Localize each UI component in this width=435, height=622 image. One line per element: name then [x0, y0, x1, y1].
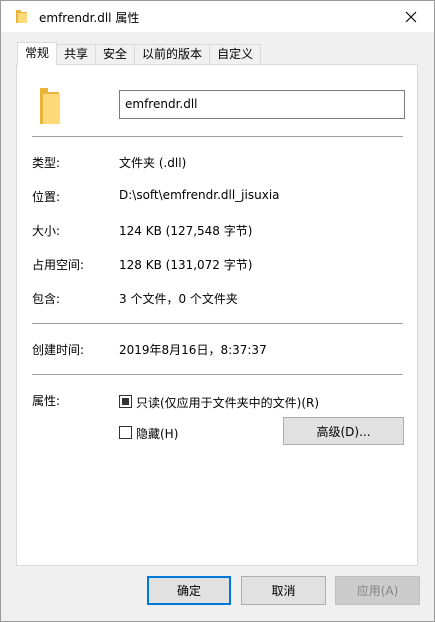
apply-button[interactable]: 应用(A) — [335, 576, 420, 605]
readonly-label[interactable]: 只读(仅应用于文件夹中的文件)(R) — [136, 394, 319, 411]
cancel-button[interactable]: 取消 — [241, 576, 326, 605]
size-on-disk-label: 占用空间: — [32, 258, 85, 272]
attributes-label: 属性: — [32, 394, 61, 408]
location-value: D:\soft\emfrendr.dll_jisuxia — [119, 188, 280, 202]
advanced-button[interactable]: 高级(D)... — [283, 417, 404, 445]
separator — [32, 374, 403, 375]
hidden-label[interactable]: 隐藏(H) — [136, 425, 178, 442]
contains-label: 包含: — [32, 292, 61, 306]
size-value: 124 KB (127,548 字节) — [119, 224, 253, 238]
readonly-checkbox[interactable] — [119, 395, 132, 408]
tab-customize[interactable]: 自定义 — [209, 44, 262, 65]
contains-value: 3 个文件，0 个文件夹 — [119, 292, 238, 306]
tab-previous-versions[interactable]: 以前的版本 — [134, 44, 211, 65]
hidden-checkbox[interactable] — [119, 426, 132, 439]
close-icon — [405, 11, 417, 22]
tab-general[interactable]: 常规 — [17, 42, 58, 65]
properties-dialog: emfrendr.dll 属性 常规 共享 安全 以前的版本 自定义 emfre… — [0, 0, 435, 622]
ok-button[interactable]: 确定 — [147, 576, 231, 605]
file-name-field[interactable]: emfrendr.dll — [119, 90, 405, 119]
separator — [32, 323, 403, 324]
type-label: 类型: — [32, 156, 61, 170]
folder-large-icon — [40, 88, 60, 124]
folder-icon — [16, 10, 27, 23]
window-title: emfrendr.dll 属性 — [39, 11, 140, 25]
tab-strip: 常规 共享 安全 以前的版本 自定义 — [17, 42, 262, 65]
title-bar[interactable]: emfrendr.dll 属性 — [1, 1, 434, 32]
size-label: 大小: — [32, 224, 61, 238]
created-value: 2019年8月16日，8:37:37 — [119, 343, 267, 357]
close-button[interactable] — [388, 1, 434, 32]
type-value: 文件夹 (.dll) — [119, 156, 187, 170]
created-label: 创建时间: — [32, 343, 85, 357]
separator — [32, 136, 403, 137]
tab-sharing[interactable]: 共享 — [56, 44, 97, 65]
location-label: 位置: — [32, 190, 61, 204]
general-panel: emfrendr.dll 类型: 文件夹 (.dll) 位置: D:\soft\… — [16, 64, 418, 566]
size-on-disk-value: 128 KB (131,072 字节) — [119, 258, 253, 272]
tab-security[interactable]: 安全 — [95, 44, 136, 65]
